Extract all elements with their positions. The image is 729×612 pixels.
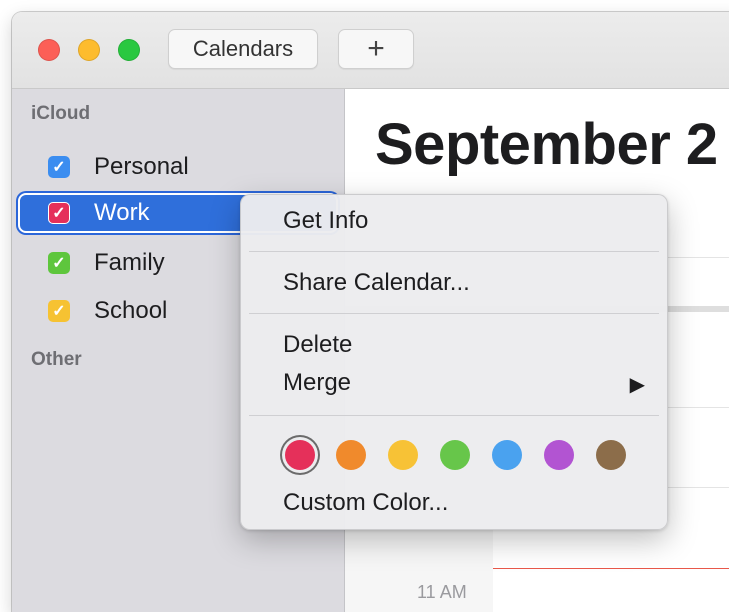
check-icon: ✓ <box>52 303 66 320</box>
color-swatch-green[interactable] <box>440 440 470 470</box>
family-checkbox[interactable]: ✓ <box>48 252 70 274</box>
color-swatch-yellow[interactable] <box>388 440 418 470</box>
icloud-section-label: iCloud <box>31 103 91 124</box>
menu-separator <box>249 313 659 314</box>
color-swatch-brown[interactable] <box>596 440 626 470</box>
calendars-button[interactable]: Calendars <box>168 29 318 69</box>
submenu-arrow-icon: ▶ <box>629 374 645 396</box>
calendar-context-menu: Get Info Share Calendar... Delete Merge … <box>240 194 668 530</box>
add-event-button[interactable]: + <box>338 29 414 69</box>
work-checkbox[interactable]: ✓ <box>48 202 70 224</box>
close-window-button[interactable] <box>38 39 60 61</box>
check-icon: ✓ <box>52 255 66 272</box>
minimize-window-button[interactable] <box>78 39 100 61</box>
merge-label: Merge <box>283 369 352 396</box>
menu-item-custom-color[interactable]: Custom Color... <box>283 489 448 517</box>
check-icon: ✓ <box>52 205 66 222</box>
title-bar: Calendars + <box>12 12 729 89</box>
calendar-label: Personal <box>94 153 189 180</box>
menu-item-merge[interactable]: Merge <box>283 369 647 397</box>
menu-item-share-calendar[interactable]: Share Calendar... <box>283 269 470 297</box>
color-swatch-purple[interactable] <box>544 440 574 470</box>
sidebar-item-personal[interactable]: ✓ Personal <box>18 147 338 187</box>
menu-separator <box>249 251 659 252</box>
calendar-label: Family <box>94 249 165 276</box>
menu-item-delete[interactable]: Delete <box>283 331 352 359</box>
menu-item-get-info[interactable]: Get Info <box>283 207 368 235</box>
color-swatch-blue[interactable] <box>492 440 522 470</box>
menu-separator <box>249 415 659 416</box>
calendar-label: Work <box>94 199 150 226</box>
current-time-line <box>493 568 729 569</box>
zoom-window-button[interactable] <box>118 39 140 61</box>
school-checkbox[interactable]: ✓ <box>48 300 70 322</box>
page-title: September 2 <box>375 112 718 177</box>
color-swatch-red[interactable] <box>285 440 315 470</box>
hour-label: 11 AM <box>417 582 467 602</box>
personal-checkbox[interactable]: ✓ <box>48 156 70 178</box>
check-icon: ✓ <box>52 159 66 176</box>
color-swatch-orange[interactable] <box>336 440 366 470</box>
calendar-label: School <box>94 297 168 324</box>
other-section-label: Other <box>31 349 82 370</box>
